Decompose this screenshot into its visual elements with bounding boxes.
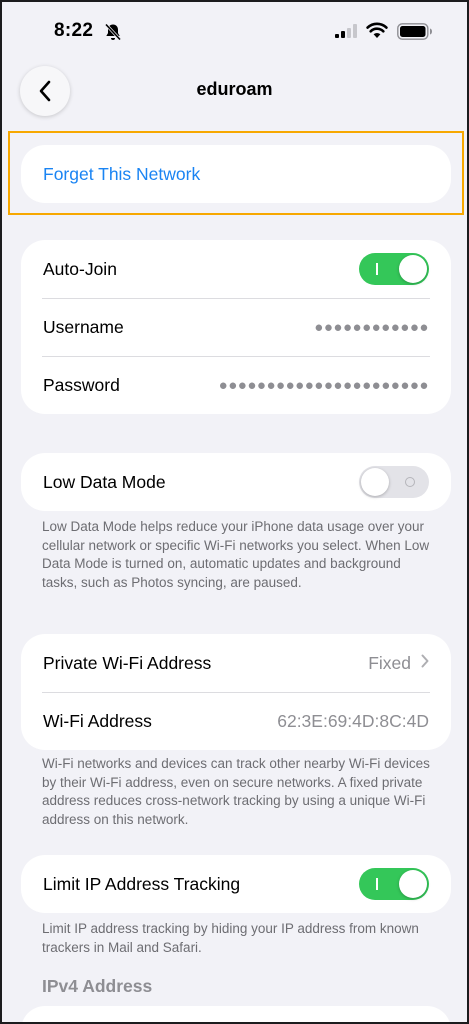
auto-join-label: Auto-Join: [43, 258, 117, 279]
screen: 8:22 eduroam Forget This Network Auto-Jo…: [0, 0, 469, 1024]
limit-ip-footnote: Limit IP address tracking by hiding your…: [42, 921, 419, 955]
cellular-signal-icon: [335, 24, 357, 38]
address-card: Private Wi-Fi Address Fixed Wi-Fi Addres…: [21, 634, 451, 750]
low-data-card: Low Data Mode: [21, 453, 451, 511]
low-data-row: Low Data Mode: [21, 453, 451, 511]
credentials-card: Auto-Join Username ●●●●●●●●●●●● Password…: [21, 240, 451, 414]
limit-ip-toggle[interactable]: [359, 868, 429, 900]
bell-slash-icon: [104, 23, 122, 41]
auto-join-toggle[interactable]: [359, 253, 429, 285]
low-data-footnote: Low Data Mode helps reduce your iPhone d…: [42, 519, 430, 590]
chevron-right-icon: [421, 654, 429, 673]
wifi-icon: [366, 22, 388, 38]
private-address-row[interactable]: Private Wi-Fi Address Fixed: [21, 634, 451, 692]
low-data-toggle[interactable]: [359, 466, 429, 498]
wifi-address-row: Wi-Fi Address 62:3E:69:4D:8C:4D: [21, 692, 451, 750]
forget-network-label: Forget This Network: [43, 163, 201, 184]
limit-ip-row: Limit IP Address Tracking: [21, 855, 451, 913]
limit-ip-label: Limit IP Address Tracking: [43, 873, 241, 894]
wifi-address-label: Wi-Fi Address: [43, 710, 152, 731]
auto-join-row: Auto-Join: [21, 240, 451, 298]
page-title: eduroam: [196, 79, 273, 99]
username-row[interactable]: Username ●●●●●●●●●●●●: [21, 298, 451, 356]
low-data-label: Low Data Mode: [43, 471, 166, 492]
limit-ip-card: Limit IP Address Tracking: [21, 855, 451, 913]
ipv4-card: [21, 1006, 451, 1022]
address-footnote: Wi-Fi networks and devices can track oth…: [42, 756, 430, 827]
username-value: ●●●●●●●●●●●●: [314, 318, 429, 336]
password-value: ●●●●●●●●●●●●●●●●●●●●●●: [218, 376, 429, 394]
username-label: Username: [43, 316, 124, 337]
status-time: 8:22: [54, 20, 94, 41]
forget-card: Forget This Network: [21, 145, 451, 203]
private-address-value: Fixed: [368, 652, 411, 673]
status-bar: 8:22: [2, 2, 467, 62]
password-label: Password: [43, 374, 120, 395]
ipv4-header: IPv4 Address: [42, 976, 153, 996]
private-address-label: Private Wi-Fi Address: [43, 652, 212, 673]
forget-network-button[interactable]: Forget This Network: [21, 145, 451, 203]
battery-icon: [397, 23, 432, 40]
password-row[interactable]: Password ●●●●●●●●●●●●●●●●●●●●●●: [21, 356, 451, 414]
wifi-address-value: 62:3E:69:4D:8C:4D: [277, 710, 429, 731]
